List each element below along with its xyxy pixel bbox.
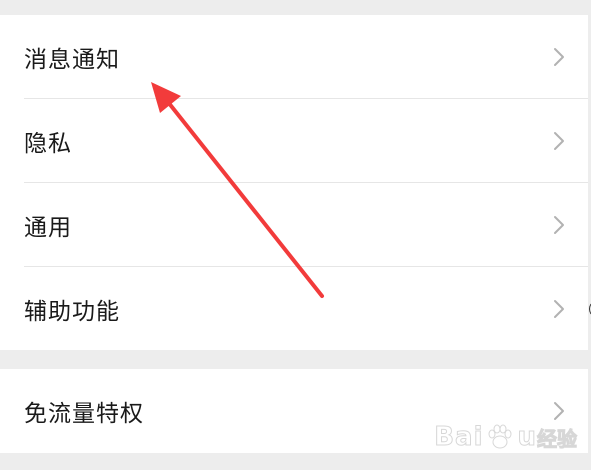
chevron-right-icon	[554, 48, 564, 66]
settings-row-notifications[interactable]: 消息通知	[0, 15, 588, 99]
settings-row-general[interactable]: 通用	[0, 182, 588, 267]
settings-row-label: 辅助功能	[24, 299, 120, 325]
chevron-right-icon	[554, 300, 564, 318]
chevron-right-icon	[554, 216, 564, 234]
settings-row-label: 通用	[24, 215, 72, 241]
settings-group-extra: 免流量特权	[0, 369, 588, 453]
chevron-right-icon	[554, 402, 564, 420]
settings-row-label: 免流量特权	[24, 401, 144, 427]
settings-row-privacy[interactable]: 隐私	[0, 98, 588, 183]
settings-row-label: 隐私	[24, 131, 72, 157]
chevron-right-icon	[554, 132, 564, 150]
settings-row-accessibility[interactable]: 辅助功能	[0, 266, 588, 351]
settings-group-main: 消息通知 隐私 通用 辅助功能	[0, 15, 588, 350]
settings-row-label: 消息通知	[24, 47, 120, 73]
settings-row-data-free[interactable]: 免流量特权	[0, 369, 588, 453]
